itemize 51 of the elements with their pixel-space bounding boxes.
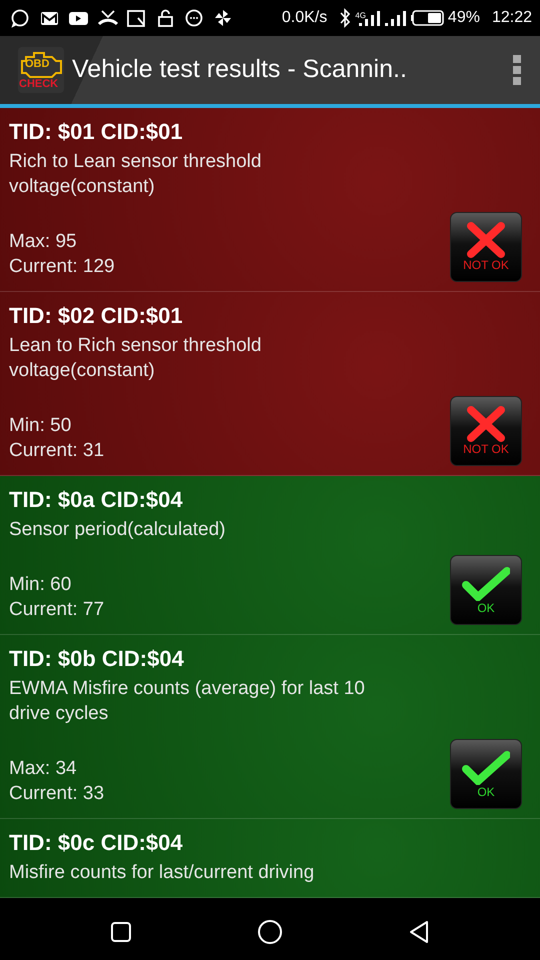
current-value: Current: 31 <box>9 439 104 463</box>
test-description: Misfire counts for last/current driving <box>9 861 316 885</box>
overflow-menu-icon[interactable] <box>512 54 522 86</box>
test-description: Sensor period(calculated) <box>9 518 227 542</box>
current-value: Current: 129 <box>9 255 115 279</box>
message-icon <box>10 8 31 28</box>
limit-value: Min: 60 <box>9 573 72 597</box>
status-label: NOT OK <box>463 442 509 456</box>
test-id: TID: $02 CID:$01 <box>9 302 184 330</box>
test-description: Rich to Lean sensor threshold voltage(constant) <box>9 150 262 199</box>
recent-apps-icon[interactable] <box>110 920 132 942</box>
check-icon <box>462 749 510 785</box>
limit-value: Max: 34 <box>9 757 78 781</box>
result-row[interactable]: TID: $0b CID:$04 EWMA Misfire counts (average) for last 10 drive cycles Max: 34 Current: 33 OK <box>0 635 540 819</box>
logo-text: OBD <box>25 57 50 72</box>
status-label: OK <box>477 601 495 615</box>
result-row[interactable]: TID: $01 CID:$01 Rich to Lean sensor threshold voltage(constant) Max: 95 Current: 129 NOT OK <box>0 108 540 292</box>
limit-value: Max: 95 <box>9 230 78 254</box>
logo-text: CHECK <box>19 76 58 92</box>
test-description: EWMA Misfire counts (average) for last 10 drive cycles <box>9 677 366 726</box>
image-icon <box>126 8 147 28</box>
chat-dots-icon <box>184 8 205 28</box>
screen-title: Vehicle test results - Scannin.. <box>72 54 408 86</box>
result-row[interactable]: TID: $0c CID:$04 Misfire counts for last/current driving <box>0 819 540 898</box>
test-id: TID: $01 CID:$01 <box>9 118 184 146</box>
test-id: TID: $0c CID:$04 <box>9 829 184 857</box>
bluetooth-icon <box>339 8 352 28</box>
test-description: Lean to Rich sensor threshold voltage(constant) <box>9 334 262 383</box>
test-id: TID: $0b CID:$04 <box>9 645 185 673</box>
back-icon[interactable] <box>408 920 430 944</box>
cross-icon <box>466 222 506 258</box>
limit-value: Min: 50 <box>9 414 72 438</box>
clock: 12:22 <box>492 8 532 28</box>
signal-icon <box>358 8 380 28</box>
result-row[interactable]: TID: $02 CID:$01 Lean to Rich sensor threshold voltage(constant) Min: 50 Current: 31 NOT OK <box>0 292 540 476</box>
battery-percent: 49% <box>448 8 480 28</box>
cross-icon <box>466 406 506 442</box>
network-type: 4G <box>355 10 366 22</box>
pinwheel-icon <box>213 8 234 28</box>
current-value: Current: 77 <box>9 598 104 622</box>
result-row[interactable]: TID: $0a CID:$04 Sensor period(calculated) Min: 60 Current: 77 OK <box>0 476 540 635</box>
check-icon <box>462 565 510 601</box>
test-id: TID: $0a CID:$04 <box>9 486 184 514</box>
home-icon[interactable] <box>256 918 283 944</box>
status-label: OK <box>477 785 495 799</box>
current-value: Current: 33 <box>9 782 104 806</box>
lock-icon <box>155 8 176 28</box>
battery-icon <box>410 9 444 27</box>
network-speed: 0.0K/s <box>282 8 328 28</box>
signal-icon <box>384 8 406 28</box>
status-label: NOT OK <box>463 258 509 272</box>
